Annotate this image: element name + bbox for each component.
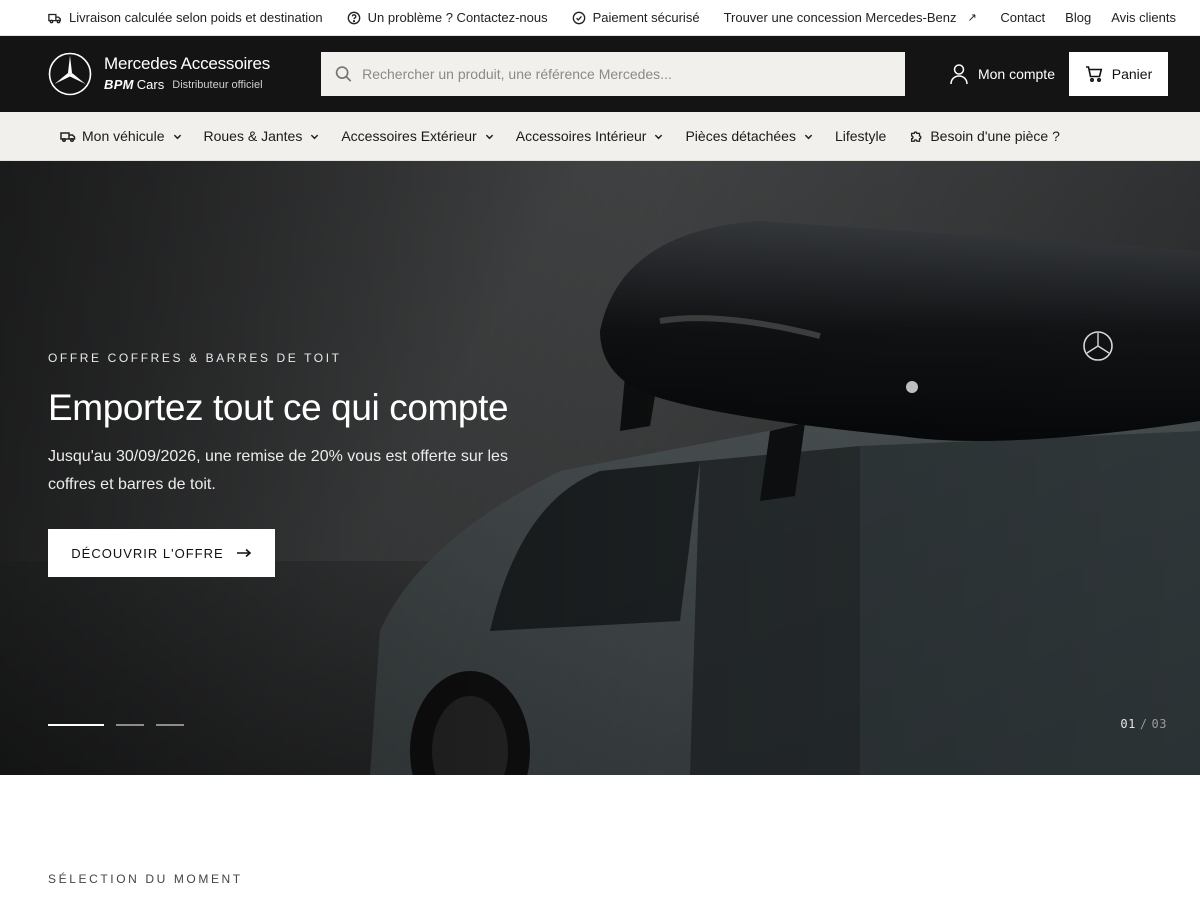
account-button[interactable]: Mon compte: [949, 63, 1055, 85]
arrow-right-icon: [236, 548, 251, 558]
check-badge-icon: [572, 11, 585, 24]
nav-item-interior-accessories[interactable]: Accessoires Intérieur: [516, 128, 664, 144]
car-icon: [60, 132, 76, 143]
secure-payment-info: Paiement sécurisé: [572, 10, 700, 25]
slide-indicator-3[interactable]: [156, 724, 184, 726]
shipping-info: Livraison calculée selon poids et destin…: [48, 10, 323, 25]
cart-icon: [1085, 66, 1103, 83]
question-icon: [347, 11, 361, 24]
discover-offer-button[interactable]: DÉCOUVRIR L'OFFRE: [48, 529, 275, 577]
nav-item-my-vehicle[interactable]: Mon véhicule: [60, 128, 182, 144]
utility-bar: Livraison calculée selon poids et destin…: [0, 0, 1200, 36]
user-icon: [950, 64, 968, 85]
nav-label: Roues & Jantes: [203, 128, 303, 144]
chevron-down-icon: [485, 134, 493, 139]
main-header: Mercedes Accessoires BPM Cars Distributeu…: [0, 36, 1200, 112]
brand-logo-link[interactable]: Mercedes Accessoires BPM Cars Distributeu…: [48, 52, 321, 96]
chevron-down-icon: [173, 134, 181, 139]
search-bar[interactable]: [321, 52, 905, 96]
shipping-text: Livraison calculée selon poids et destin…: [69, 10, 323, 25]
secure-payment-text: Paiement sécurisé: [592, 10, 700, 25]
slide-indicators: [48, 724, 184, 726]
nav-item-spare-parts[interactable]: Pièces détachées: [685, 128, 813, 144]
truck-icon: [48, 13, 61, 23]
puzzle-icon: [911, 131, 922, 142]
contact-link[interactable]: Contact: [1000, 10, 1045, 25]
cta-label: DÉCOUVRIR L'OFFRE: [71, 545, 224, 561]
slide-separator: /: [1139, 717, 1148, 731]
chevron-down-icon: [804, 134, 813, 139]
nav-label: Besoin d'une pièce ?: [930, 128, 1060, 144]
slide-total: 03: [1151, 717, 1167, 731]
mercedes-star-logo: [48, 52, 92, 96]
contact-help-text: Un problème ? Contactez-nous: [367, 10, 548, 25]
find-dealer-link[interactable]: Trouver une concession Mercedes-Benz ↗: [724, 10, 977, 25]
hero-eyebrow: OFFRE COFFRES & BARRES DE TOIT: [48, 351, 342, 365]
hero-content: OFFRE COFFRES & BARRES DE TOIT Emportez …: [48, 351, 548, 577]
official-distributor-text: Distributeur officiel: [172, 79, 263, 91]
find-dealer-text: Trouver une concession Mercedes-Benz: [723, 10, 957, 25]
external-link-icon: ↗: [967, 12, 977, 24]
nav-label: Mon véhicule: [82, 128, 165, 144]
cart-label: Panier: [1111, 66, 1153, 82]
bpm-wordmark: BPM: [104, 77, 134, 92]
blog-link[interactable]: Blog: [1065, 10, 1091, 25]
search-icon: [335, 66, 352, 82]
slide-indicator-1[interactable]: [48, 724, 104, 726]
cars-wordmark: Cars: [136, 77, 165, 92]
nav-label: Accessoires Extérieur: [341, 128, 477, 144]
nav-label: Lifestyle: [834, 128, 887, 144]
slide-indicator-2[interactable]: [116, 724, 144, 726]
section-label: SÉLECTION DU MOMENT: [48, 872, 243, 886]
nav-item-lifestyle[interactable]: Lifestyle: [835, 128, 886, 144]
slide-counter: 01/03: [1120, 717, 1167, 731]
contact-help-link[interactable]: Un problème ? Contactez-nous: [347, 10, 548, 25]
nav-item-part-request[interactable]: Besoin d'une pièce ?: [908, 128, 1060, 144]
nav-item-exterior-accessories[interactable]: Accessoires Extérieur: [341, 128, 493, 144]
search-input[interactable]: [362, 66, 891, 82]
nav-item-wheels-rims[interactable]: Roues & Jantes: [204, 128, 320, 144]
brand-title: Mercedes Accessoires: [104, 54, 271, 73]
chevron-down-icon: [311, 134, 319, 139]
reviews-link[interactable]: Avis clients: [1111, 10, 1176, 25]
chevron-down-icon: [655, 134, 663, 139]
hero-title: Emportez tout ce qui compte: [48, 387, 509, 428]
nav-label: Pièces détachées: [685, 128, 796, 144]
slide-current: 01: [1120, 717, 1136, 731]
nav-label: Accessoires Intérieur: [515, 128, 647, 144]
hero-banner: OFFRE COFFRES & BARRES DE TOIT Emportez …: [0, 161, 1200, 775]
cart-button[interactable]: Panier: [1069, 52, 1168, 96]
hero-description: Jusqu'au 30/09/2026, une remise de 20% v…: [48, 448, 508, 493]
featured-section: SÉLECTION DU MOMENT: [0, 775, 1200, 886]
main-nav: Mon véhicule Roues & Jantes Accessoires …: [0, 112, 1200, 161]
account-label: Mon compte: [977, 66, 1055, 82]
